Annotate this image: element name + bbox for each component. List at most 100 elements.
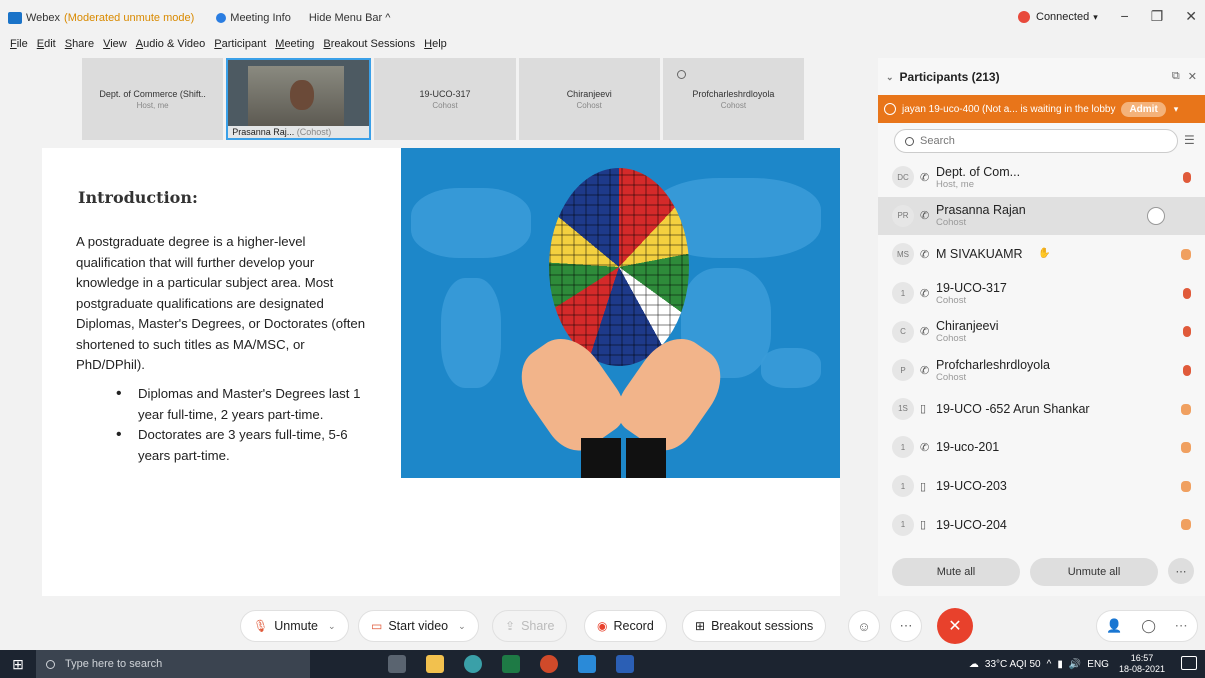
chat-icon[interactable] xyxy=(1147,206,1165,225)
muted-mic-icon[interactable] xyxy=(1181,480,1191,492)
notification-icon[interactable] xyxy=(1181,656,1197,670)
participant-row[interactable]: 1 ✆ 19-UCO-317 Cohost xyxy=(878,274,1205,313)
video-tile-name: Profcharleshrdloyola xyxy=(692,88,775,99)
restore-icon[interactable]: ❐ xyxy=(1151,8,1164,25)
menu-audio-video[interactable]: Audio & Video xyxy=(136,38,206,56)
chevron-up-icon[interactable]: ^ xyxy=(1047,659,1052,670)
chevron-down-icon[interactable]: ⌄ xyxy=(886,72,894,83)
chevron-down-icon[interactable]: ⌄ xyxy=(458,621,466,632)
participants-header[interactable]: ⌄ Participants (213) xyxy=(886,70,1000,84)
network-icon[interactable]: ▮ xyxy=(1057,659,1063,670)
weather-text[interactable]: 33°C AQI 50 xyxy=(985,659,1041,670)
participant-row[interactable]: 1 ▯ 19-UCO-204 xyxy=(878,505,1205,544)
hide-menu-bar-button[interactable]: Hide Menu Bar ^ xyxy=(309,12,391,24)
start-video-button[interactable]: ▭ Start video ⌄ xyxy=(358,610,479,642)
menu-view[interactable]: View xyxy=(103,38,127,56)
browser-icon[interactable] xyxy=(464,655,482,673)
share-button[interactable]: ⇪ Share xyxy=(492,610,568,642)
participant-role: Host, me xyxy=(936,178,975,190)
chat-icon[interactable]: ◯ xyxy=(1141,618,1156,634)
participant-search-input[interactable]: Search xyxy=(894,129,1178,153)
more-options-icon[interactable]: ⋯ xyxy=(1168,558,1194,584)
participant-name: Profcharleshrdloyola xyxy=(936,357,1050,372)
muted-mic-icon[interactable] xyxy=(1181,519,1191,531)
participant-name: 19-UCO-204 xyxy=(936,517,1007,532)
video-tile[interactable]: Profcharleshrdloyola Cohost xyxy=(662,58,805,140)
webex-taskbar-icon[interactable] xyxy=(578,655,596,673)
participants-icon[interactable]: 👤 xyxy=(1106,618,1122,634)
file-explorer-icon[interactable] xyxy=(426,655,444,673)
taskbar-search-input[interactable]: Type here to search xyxy=(36,650,310,678)
volume-icon[interactable]: 🔊 xyxy=(1069,659,1081,670)
participant-row[interactable]: MS ✆ M SIVAKUAMR ✋ xyxy=(878,235,1205,274)
word-icon[interactable] xyxy=(616,655,634,673)
mute-all-button[interactable]: Mute all xyxy=(892,558,1020,586)
video-tile[interactable]: 19-UCO-317 Cohost xyxy=(374,58,516,140)
task-view-icon[interactable] xyxy=(388,655,406,673)
more-options-icon[interactable]: ⋯ xyxy=(1175,618,1188,634)
connection-label: Connected xyxy=(1036,11,1090,23)
participant-row[interactable]: 1 ▯ 19-UCO-203 xyxy=(878,467,1205,506)
clock[interactable]: 16:57 18-08-2021 xyxy=(1119,653,1165,675)
search-icon xyxy=(46,659,55,669)
participant-row[interactable]: 1 ✆ 19-uco-201 xyxy=(878,428,1205,467)
popout-icon[interactable]: ⧉ xyxy=(1172,70,1180,83)
muted-mic-icon[interactable] xyxy=(1181,403,1191,415)
close-icon[interactable]: ✕ xyxy=(1188,70,1197,83)
slide-bullet: Doctorates are 3 years full-time, 5-6 ye… xyxy=(116,425,378,466)
video-tile[interactable]: Chiranjeevi Cohost xyxy=(518,58,660,140)
panel-toggles: 👤 ◯ ⋯ xyxy=(1096,610,1198,642)
muted-mic-icon[interactable] xyxy=(1183,364,1191,376)
muted-mic-icon[interactable] xyxy=(1183,172,1191,183)
unmute-button[interactable]: 🎙 Unmute ⌄ xyxy=(240,610,349,642)
lang-indicator[interactable]: ENG xyxy=(1087,659,1109,670)
microphone-icon xyxy=(676,70,686,79)
minimize-icon[interactable]: − xyxy=(1121,8,1129,25)
avatar: PR xyxy=(892,204,914,227)
meeting-info-button[interactable]: Meeting Info xyxy=(216,12,291,24)
breakout-sessions-button[interactable]: ⊞ Breakout sessions xyxy=(682,610,827,642)
avatar: 1 xyxy=(892,475,914,498)
participant-name: 19-UCO-203 xyxy=(936,479,1007,494)
participant-row[interactable]: DC ✆ Dept. of Com... Host, me xyxy=(878,158,1205,197)
clock-icon xyxy=(884,103,896,115)
menu-participant[interactable]: Participant xyxy=(214,38,266,56)
menu-edit[interactable]: Edit xyxy=(37,38,56,56)
menu-share[interactable]: Share xyxy=(65,38,94,56)
unmute-all-button[interactable]: Unmute all xyxy=(1030,558,1158,586)
moderation-mode: (Moderated unmute mode) xyxy=(64,12,195,24)
window-controls: − ❐ ✕ xyxy=(1121,8,1197,25)
video-camera-icon: ▭ xyxy=(371,619,383,633)
participant-row[interactable]: 1S ▯ 19-UCO -652 Arun Shankar xyxy=(878,390,1205,429)
connection-status[interactable]: Connected ▾ xyxy=(1018,11,1098,23)
chrome-icon[interactable] xyxy=(540,655,558,673)
record-button[interactable]: ◉ Record xyxy=(584,610,667,642)
participant-name: 19-UCO -652 Arun Shankar xyxy=(936,401,1090,416)
filter-icon[interactable]: ☰ xyxy=(1184,133,1195,147)
menu-help[interactable]: Help xyxy=(424,38,447,56)
avatar: DC xyxy=(892,166,914,189)
video-tile-name: Dept. of Commerce (Shift.. xyxy=(99,88,206,99)
close-icon[interactable]: ✕ xyxy=(1185,8,1197,25)
muted-mic-icon[interactable] xyxy=(1183,287,1191,299)
participant-row[interactable]: P ✆ Profcharleshrdloyola Cohost xyxy=(878,351,1205,390)
globe-flags-illustration xyxy=(401,148,840,478)
excel-icon[interactable] xyxy=(502,655,520,673)
video-tile[interactable]: Dept. of Commerce (Shift.. Host, me xyxy=(82,58,224,140)
reactions-icon[interactable]: ☺ xyxy=(848,610,880,642)
windows-start-icon[interactable]: ⊞ xyxy=(0,650,36,678)
participant-row[interactable]: PR ✆ Prasanna Rajan Cohost xyxy=(878,196,1205,236)
menu-meeting[interactable]: Meeting xyxy=(275,38,314,56)
participant-row[interactable]: C ✆ Chiranjeevi Cohost xyxy=(878,312,1205,351)
active-video-tile[interactable]: Prasanna Raj... (Cohost) xyxy=(226,58,372,140)
menu-file[interactable]: File xyxy=(10,38,28,56)
end-call-button[interactable]: ✕ xyxy=(937,608,973,644)
more-options-icon[interactable]: ⋯ xyxy=(890,610,922,642)
chevron-down-icon[interactable]: ⌄ xyxy=(328,621,336,632)
muted-mic-icon[interactable] xyxy=(1181,442,1191,454)
admit-button[interactable]: Admit xyxy=(1121,101,1166,117)
menu-breakout-sessions[interactable]: Breakout Sessions xyxy=(323,38,415,56)
chevron-down-icon[interactable]: ▾ xyxy=(1174,104,1179,115)
muted-mic-icon[interactable] xyxy=(1181,249,1191,261)
muted-mic-icon[interactable] xyxy=(1183,326,1191,338)
